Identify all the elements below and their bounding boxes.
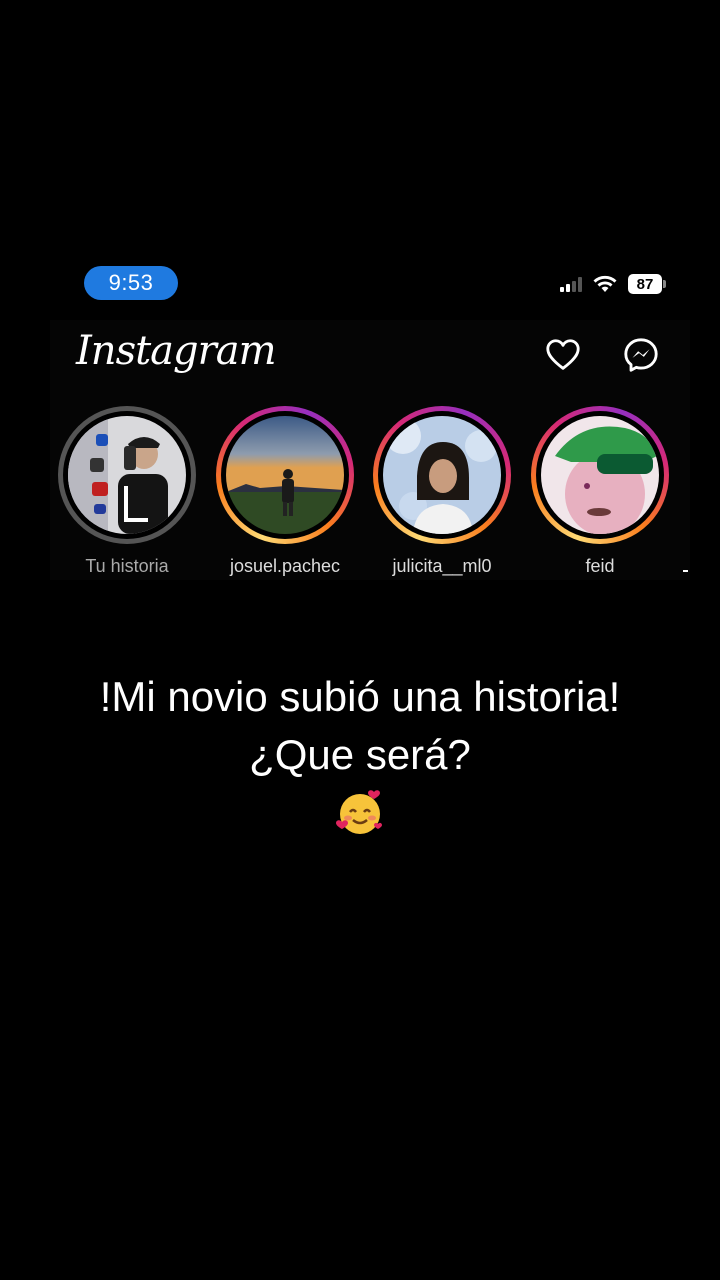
- story-label: julicita__ml0: [392, 556, 492, 576]
- story-label: feid: [585, 556, 615, 576]
- story-josuel[interactable]: josuel.pachec: [210, 406, 360, 577]
- story-feid[interactable]: feid: [525, 406, 675, 577]
- story-ring: [373, 406, 511, 544]
- stories-tray: Tu historia josuel.pachec julicita__ml0 …: [0, 406, 720, 586]
- heart-icon[interactable]: [544, 336, 582, 374]
- status-indicators: 87: [560, 274, 666, 294]
- story-label: Tu historia: [85, 556, 169, 576]
- smiling-face-with-hearts-icon: [336, 790, 382, 834]
- story-julicita[interactable]: julicita__ml0: [367, 406, 517, 577]
- story-label: josuel.pachec: [229, 556, 341, 576]
- avatar: [383, 416, 501, 534]
- status-time: 9:53: [84, 266, 178, 300]
- story-ring: [58, 406, 196, 544]
- story-own[interactable]: Tu historia: [52, 406, 202, 577]
- wifi-icon: [593, 275, 617, 292]
- avatar: [226, 416, 344, 534]
- caption-line-2: ¿Que será?: [249, 731, 471, 778]
- caption-overlay: !Mi novio subió una historia! ¿Que será?: [0, 668, 720, 843]
- avatar: [541, 416, 659, 534]
- battery-indicator: 87: [628, 274, 666, 294]
- story-ring: [216, 406, 354, 544]
- cellular-signal-icon: [560, 276, 582, 292]
- instagram-logo[interactable]: Instagram: [76, 328, 277, 374]
- status-bar: 9:53 87: [0, 264, 720, 304]
- avatar: [68, 416, 186, 534]
- messenger-icon[interactable]: [622, 336, 660, 374]
- story-ring: [531, 406, 669, 544]
- scroll-hint: [683, 570, 688, 572]
- header-actions: [544, 336, 660, 374]
- caption-line-1: !Mi novio subió una historia!: [99, 673, 621, 720]
